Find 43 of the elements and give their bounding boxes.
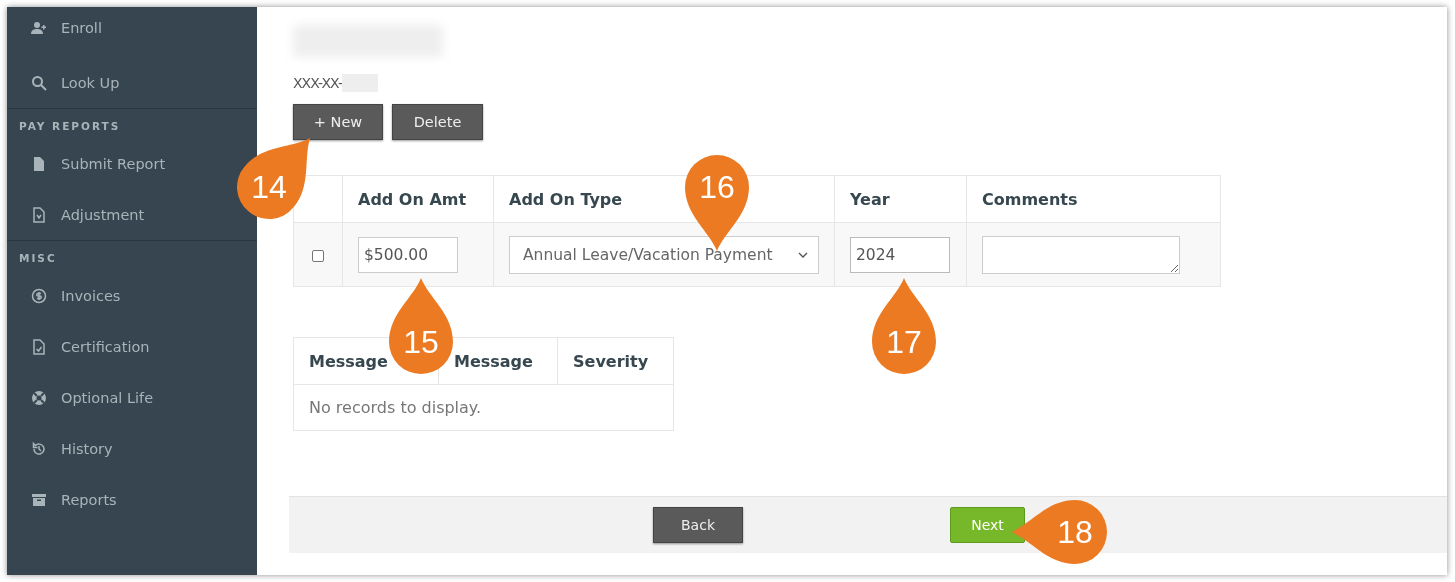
chevron-down-icon — [798, 251, 808, 258]
sidebar-section-header: MISC — [7, 240, 257, 270]
history-icon — [31, 440, 47, 457]
column-header: Add On Type — [509, 189, 623, 209]
column-header: Comments — [982, 189, 1078, 209]
type-select[interactable]: Annual Leave/Vacation Payment — [509, 235, 819, 274]
member-ssn: XXX-XX- — [293, 75, 342, 91]
delete-button[interactable]: Delete — [392, 104, 483, 140]
sidebar-item[interactable]: History — [31, 423, 113, 474]
person-plus-icon — [31, 20, 47, 36]
sidebar-item[interactable]: Submit Report — [31, 138, 166, 189]
search-icon — [31, 74, 47, 91]
callout-number: 17 — [885, 324, 923, 360]
column-header: Message — [309, 351, 388, 371]
callout-number: 18 — [1056, 514, 1094, 550]
sidebar-item[interactable]: Optional Life — [31, 372, 154, 423]
year-input[interactable]: 2024 — [850, 236, 950, 273]
sidebar-item[interactable]: Adjustment — [31, 189, 145, 240]
file-icon — [31, 155, 47, 172]
dollar-icon — [31, 287, 47, 304]
amount-input[interactable]: $500.00 — [358, 236, 458, 273]
file-doc-icon — [31, 206, 47, 223]
life-ring-icon — [31, 389, 47, 406]
callout-number: 14 — [250, 169, 288, 205]
sidebar-item[interactable]: Look Up — [31, 57, 120, 108]
callout-number: 15 — [402, 324, 440, 360]
column-header: Year — [850, 189, 890, 209]
callout-number: 16 — [698, 169, 736, 205]
column-header: Add On Amt — [358, 189, 467, 209]
archive-icon — [31, 491, 47, 508]
sidebar-item[interactable]: Certification — [31, 321, 150, 372]
sidebar-item[interactable]: Invoices — [31, 270, 121, 321]
column-header: Severity — [573, 351, 649, 371]
sidebar-item[interactable]: Reports — [31, 474, 117, 525]
row-checkbox[interactable] — [312, 249, 324, 262]
sidebar-section-header: PAY REPORTS — [7, 108, 257, 138]
back-button[interactable]: Back — [653, 507, 743, 543]
file-check-icon — [31, 338, 47, 355]
new-button[interactable]: + New — [293, 104, 383, 140]
next-button[interactable]: Next — [950, 507, 1025, 543]
empty-message: No records to display. — [309, 398, 482, 417]
sidebar-item[interactable]: Enroll — [31, 7, 102, 57]
column-header: Message — [454, 351, 533, 371]
